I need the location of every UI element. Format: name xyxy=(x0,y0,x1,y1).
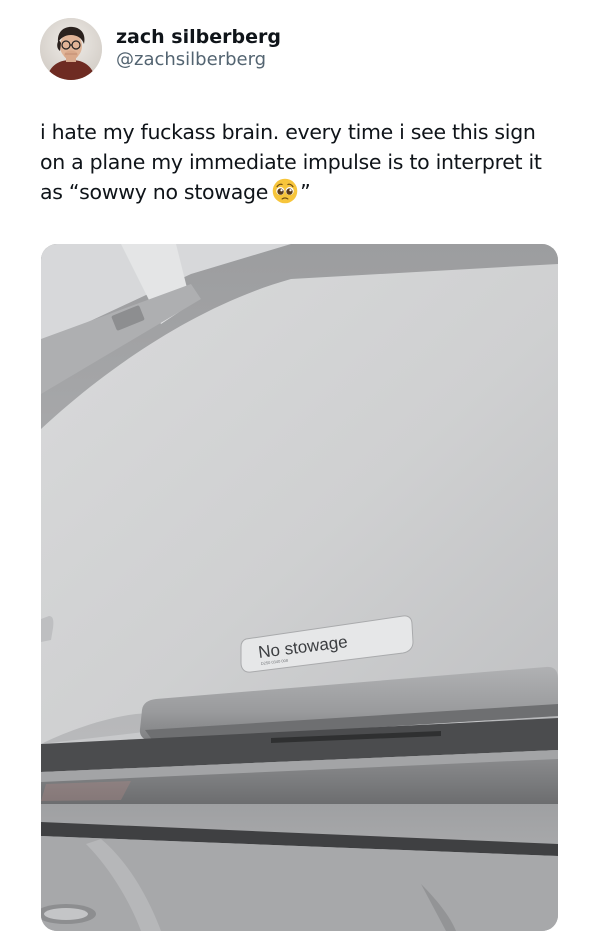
tweet-text-line-1: i hate my fuckass brain. every time i se… xyxy=(40,120,536,144)
pleading-face-emoji-icon xyxy=(272,178,298,204)
overhead-bin-photo: No stowage D250 0340 008 xyxy=(41,244,558,931)
tweet-header: zach silberberg @zachsilberberg xyxy=(40,18,281,80)
tweet-text: i hate my fuckass brain. every time i se… xyxy=(40,117,580,207)
tweet-text-line-2: on a plane my immediate impulse is to in… xyxy=(40,150,542,174)
author-handle[interactable]: @zachsilberberg xyxy=(116,49,281,71)
avatar[interactable] xyxy=(40,18,102,80)
author-display-name[interactable]: zach silberberg xyxy=(116,26,281,48)
tweet-text-line-3-end: ” xyxy=(300,180,311,204)
profile-photo-icon xyxy=(40,18,102,80)
author-names: zach silberberg @zachsilberberg xyxy=(116,26,281,71)
tweet-text-line-3-start: as “sowwy no stowage xyxy=(40,180,269,204)
tweet-text-line-3: as “sowwy no stowage ” xyxy=(40,177,580,207)
tweet-photo[interactable]: No stowage D250 0340 008 xyxy=(41,244,558,931)
